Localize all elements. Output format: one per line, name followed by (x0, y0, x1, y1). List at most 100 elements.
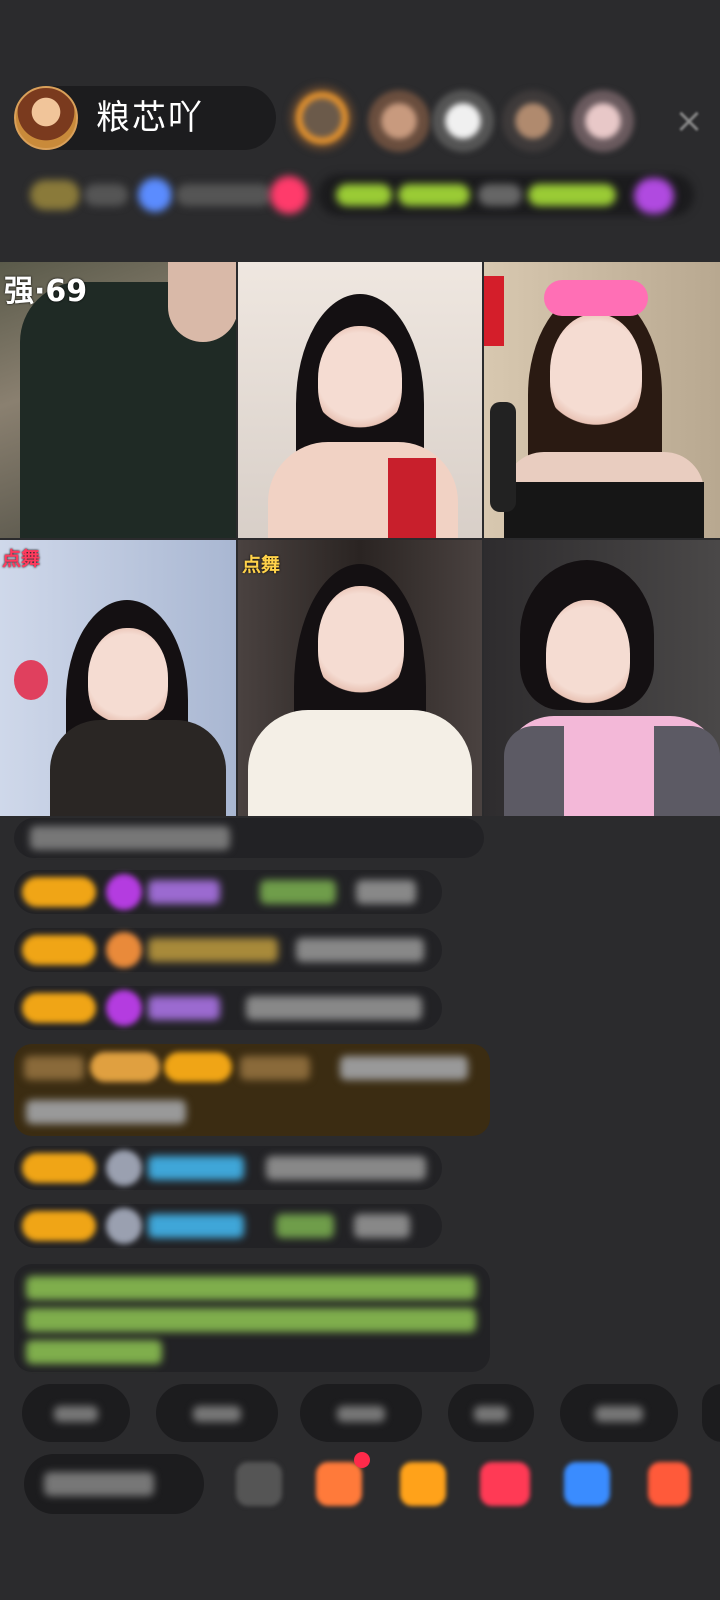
video-tile[interactable] (484, 540, 720, 816)
user-name (240, 1056, 310, 1080)
notice-text (26, 1308, 476, 1332)
notification-dot (354, 1452, 370, 1468)
user-level-badge (22, 877, 96, 907)
game-icon[interactable] (236, 1462, 282, 1506)
rank-chip[interactable] (30, 180, 80, 210)
user-avatar-icon (106, 1208, 142, 1244)
more-icon[interactable] (648, 1462, 690, 1506)
notice-text (26, 1340, 162, 1364)
quick-reply-label (192, 1406, 242, 1422)
mask-accessory (544, 280, 648, 316)
chat-message[interactable] (14, 870, 442, 914)
chat-text (276, 1214, 334, 1238)
chat-text (296, 938, 424, 962)
viewer-avatar[interactable] (502, 90, 564, 152)
fans-count (176, 184, 272, 206)
chat-text (340, 1056, 468, 1080)
gift-icon (106, 990, 142, 1026)
quick-reply-button[interactable] (156, 1384, 278, 1442)
person-face (550, 314, 642, 434)
user-name (148, 1214, 244, 1238)
video-tile[interactable]: 点舞 (0, 540, 236, 816)
quick-reply-button[interactable] (448, 1384, 534, 1442)
quick-reply-button[interactable] (22, 1384, 130, 1442)
video-tile[interactable] (238, 262, 482, 538)
chat-text (356, 880, 416, 904)
chat-message-highlight[interactable] (14, 1044, 490, 1136)
quick-reply-label (336, 1406, 386, 1422)
user-name (24, 1056, 84, 1080)
chat-message[interactable] (14, 1204, 442, 1248)
chat-input[interactable] (24, 1454, 204, 1514)
chat-input-placeholder (44, 1472, 154, 1496)
host-name: 粮芯吖 (96, 98, 204, 138)
red-packet-icon[interactable] (480, 1462, 530, 1506)
person-body (50, 720, 226, 816)
viewer-avatar[interactable] (368, 90, 430, 152)
user-level-badge (22, 935, 96, 965)
message-icon[interactable] (564, 1462, 610, 1506)
chat-message[interactable] (14, 818, 484, 858)
quick-reply-button[interactable] (702, 1384, 720, 1442)
microphone (490, 402, 516, 512)
user-name (148, 938, 278, 962)
user-avatar-icon (106, 1150, 142, 1186)
user-level-badge (22, 993, 96, 1023)
user-name (148, 880, 220, 904)
viewer-avatar[interactable] (432, 90, 494, 152)
person-face (318, 326, 402, 436)
quick-reply-label (473, 1406, 509, 1422)
gift-box-icon[interactable] (400, 1462, 446, 1506)
user-name (148, 1156, 244, 1180)
tile-caption: 点舞 (2, 548, 41, 570)
person-head (168, 262, 236, 342)
host-avatar[interactable] (14, 86, 78, 150)
gift-icon (106, 874, 142, 910)
fan-club-icon (106, 932, 142, 968)
chat-message[interactable] (14, 986, 442, 1030)
red-decoration (484, 276, 504, 346)
video-tile[interactable]: 点舞 (238, 540, 482, 816)
user-name (148, 996, 220, 1020)
video-grid: 强·69 点舞 点舞 (0, 262, 720, 816)
system-notice[interactable] (14, 1264, 490, 1372)
chat-text (30, 826, 230, 850)
chat-text (354, 1214, 410, 1238)
tile-caption: 点舞 (242, 554, 281, 576)
notice-text (336, 184, 392, 206)
shirt-sleeve (654, 726, 720, 816)
fans-icon[interactable] (138, 178, 172, 212)
person-body (248, 710, 472, 816)
close-icon[interactable]: × (672, 104, 706, 138)
person-dress (388, 458, 436, 538)
notice-text (528, 184, 616, 206)
chat-text (26, 1100, 186, 1124)
video-tile[interactable] (484, 262, 720, 538)
tile-caption: 强·69 (4, 274, 88, 309)
heart-icon[interactable] (270, 176, 308, 214)
gift-icon[interactable] (634, 178, 674, 214)
host-profile-pill[interactable]: 粮芯吖 (14, 86, 276, 150)
flower-vase (14, 660, 48, 700)
chat-text (260, 880, 336, 904)
quick-reply-button[interactable] (300, 1384, 422, 1442)
quick-reply-button[interactable] (560, 1384, 678, 1442)
shop-icon[interactable] (316, 1462, 362, 1506)
shirt-sleeve (504, 726, 564, 816)
chat-message[interactable] (14, 1146, 442, 1190)
chat-text (246, 996, 422, 1020)
fan-badge (164, 1052, 232, 1082)
person-face (546, 600, 630, 712)
video-tile[interactable]: 强·69 (0, 262, 236, 538)
rank-chip[interactable] (84, 184, 128, 206)
user-level-badge (90, 1052, 160, 1082)
user-level-badge (22, 1211, 96, 1241)
viewer-avatar[interactable] (288, 84, 356, 152)
person-face (88, 628, 168, 732)
notice-text (478, 184, 522, 206)
quick-reply-label (595, 1406, 643, 1422)
chat-text (266, 1156, 426, 1180)
viewer-avatar[interactable] (572, 90, 634, 152)
person-face (318, 586, 404, 702)
chat-message[interactable] (14, 928, 442, 972)
